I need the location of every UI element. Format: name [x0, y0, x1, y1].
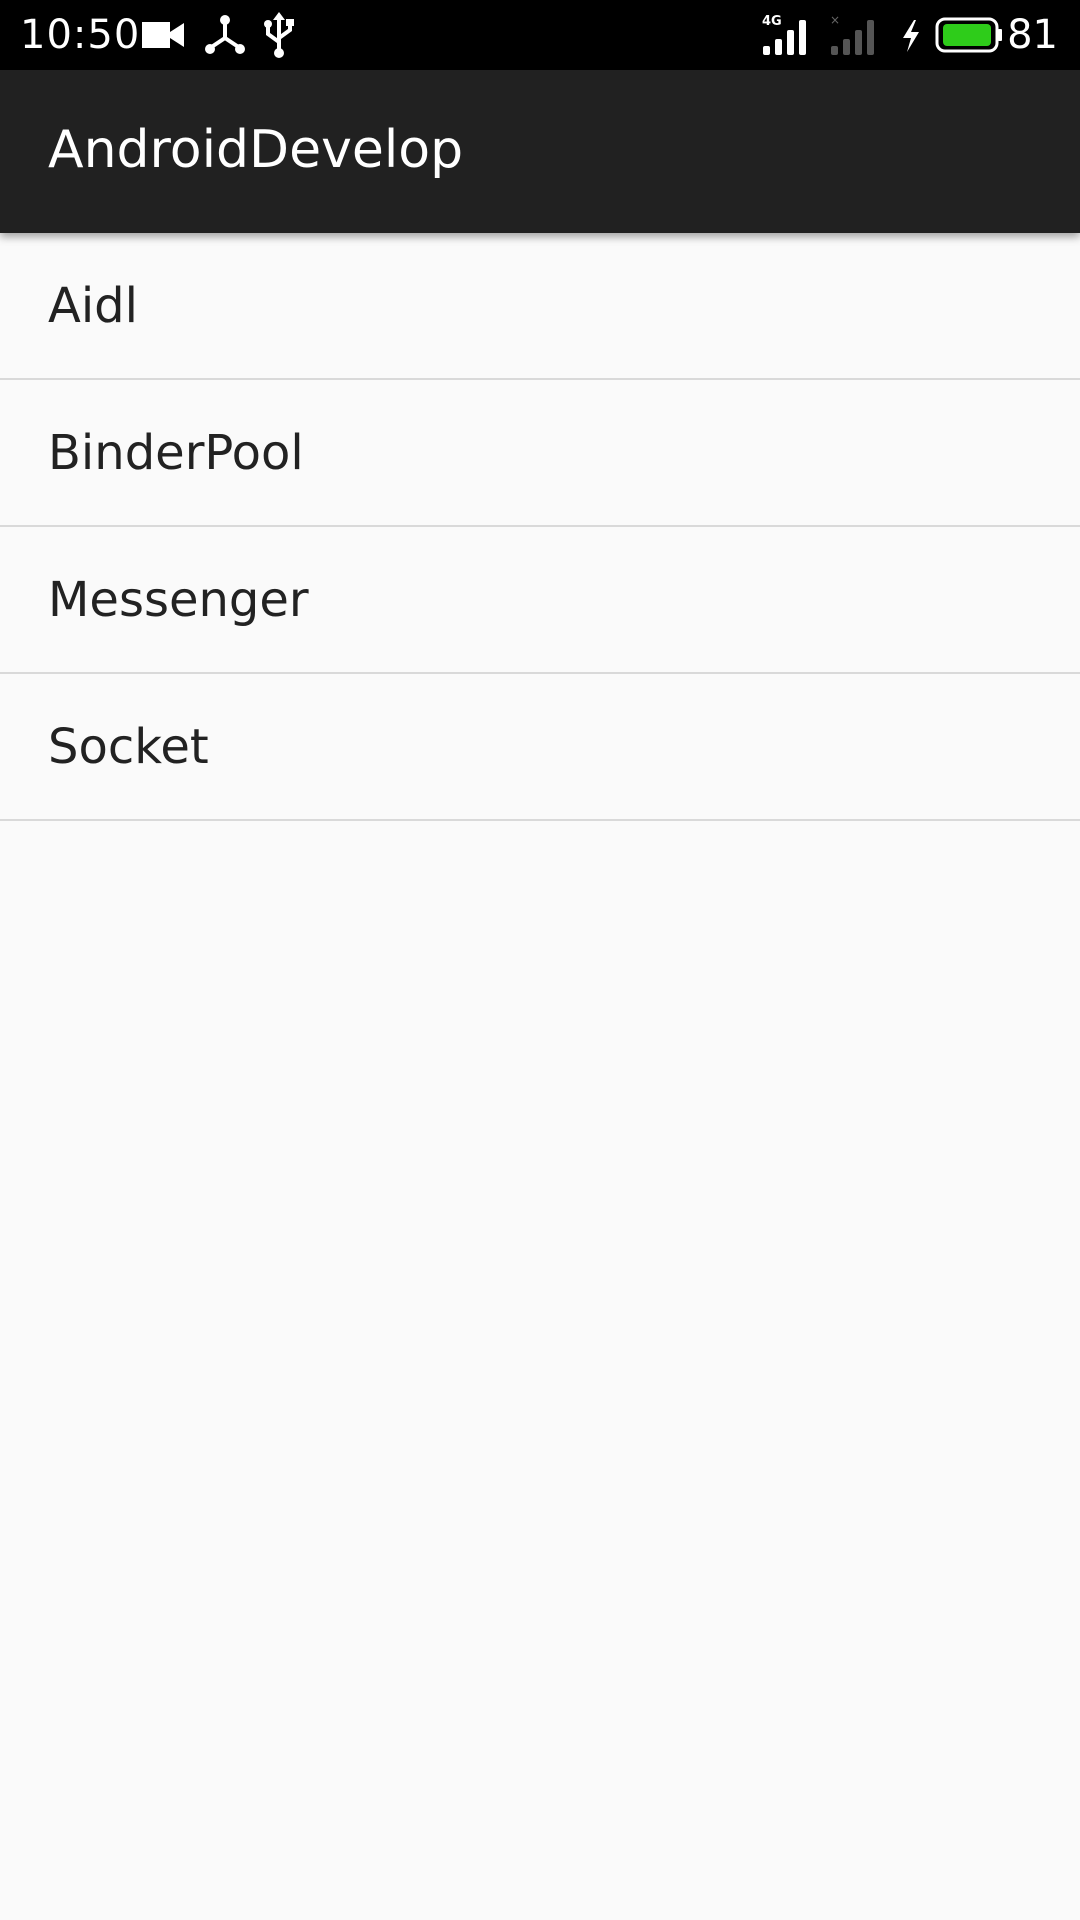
svg-text:×: ×: [830, 13, 840, 27]
app-bar: AndroidDevelop: [0, 70, 1080, 233]
list-item-messenger[interactable]: Messenger: [0, 527, 1080, 674]
list-item-label: Socket: [48, 719, 209, 775]
status-bar: 10:50 4G × 81: [0, 0, 1080, 70]
battery-icon: [934, 12, 1004, 58]
battery-percentage: 81: [1007, 12, 1058, 58]
video-camera-icon: [140, 12, 186, 58]
list-item-aidl[interactable]: Aidl: [0, 233, 1080, 380]
list-item-label: BinderPool: [48, 425, 304, 481]
signal-4g-icon: 4G: [760, 12, 812, 58]
app-title: AndroidDevelop: [48, 120, 464, 180]
charging-bolt-icon: [898, 12, 924, 58]
usb-icon: [262, 12, 296, 58]
list-item-socket[interactable]: Socket: [0, 674, 1080, 821]
list-item-label: Aidl: [48, 278, 138, 334]
share-network-icon: [202, 12, 248, 58]
menu-list: Aidl BinderPool Messenger Socket: [0, 233, 1080, 821]
svg-text:4G: 4G: [762, 14, 782, 29]
list-item-binderpool[interactable]: BinderPool: [0, 380, 1080, 527]
status-time: 10:50: [20, 12, 141, 58]
list-item-label: Messenger: [48, 572, 309, 628]
signal-no-service-icon: ×: [828, 12, 880, 58]
